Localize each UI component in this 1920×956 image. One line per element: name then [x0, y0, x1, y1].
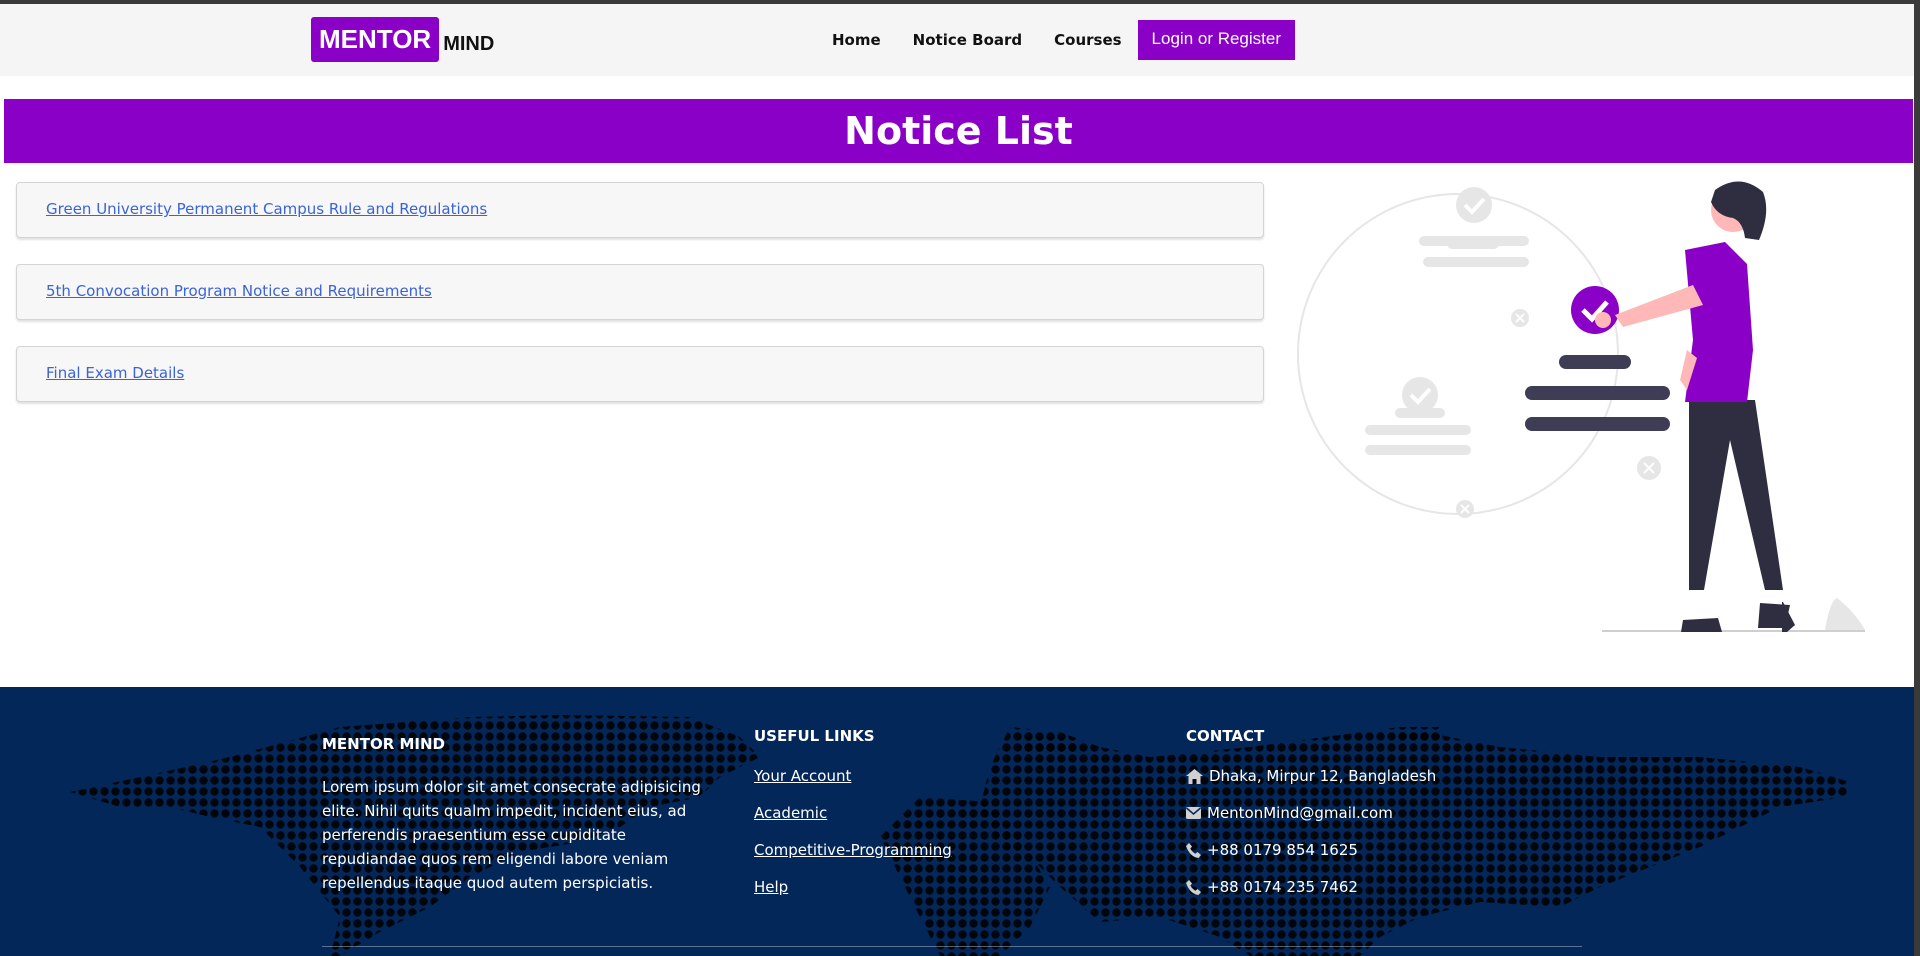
contact-phone: +88 0174 235 7462	[1186, 878, 1436, 896]
logo-main-text: MENTOR	[311, 17, 440, 62]
notice-link[interactable]: 5th Convocation Program Notice and Requi…	[46, 282, 432, 300]
envelope-icon	[1186, 807, 1201, 819]
page-title: Notice List	[844, 109, 1073, 153]
footer-divider	[322, 946, 1582, 947]
footer-about-text: Lorem ipsum dolor sit amet consecrate ad…	[322, 778, 701, 892]
navbar: MENTOR MIND Home Notice Board Courses Lo…	[0, 4, 1914, 76]
logo-sub-text: MIND	[443, 33, 495, 55]
notice-link[interactable]: Green University Permanent Campus Rule a…	[46, 200, 487, 218]
notice-link[interactable]: Final Exam Details	[46, 364, 184, 382]
footer-link-your-account[interactable]: Your Account	[754, 767, 952, 785]
footer-about-heading: MENTOR MIND	[322, 735, 445, 753]
footer-links-heading: USEFUL LINKS	[754, 727, 875, 745]
nav-notice-board-link[interactable]: Notice Board	[913, 31, 1022, 49]
notice-item: Green University Permanent Campus Rule a…	[16, 182, 1264, 238]
window-scrollbar[interactable]	[1914, 0, 1920, 956]
contact-phone-text: +88 0179 854 1625	[1207, 841, 1358, 859]
phone-icon	[1186, 879, 1201, 895]
checklist-illustration	[1297, 181, 1865, 632]
contact-phone-text: +88 0174 235 7462	[1207, 878, 1358, 896]
contact-email-text: MentonMind@gmail.com	[1207, 804, 1393, 822]
world-map-background	[70, 715, 1850, 956]
brand-logo[interactable]: MENTOR MIND	[311, 17, 494, 62]
footer-about: MENTOR MIND Lorem ipsum dolor sit amet c…	[322, 735, 722, 895]
phone-icon	[1186, 842, 1201, 858]
contact-email: MentonMind@gmail.com	[1186, 804, 1436, 822]
footer-link-help[interactable]: Help	[754, 878, 952, 896]
footer-contact: CONTACT Dhaka, Mirpur 12, Bangladesh Men…	[1186, 727, 1436, 915]
contact-phone: +88 0179 854 1625	[1186, 841, 1436, 859]
home-icon	[1186, 768, 1203, 784]
notice-item: 5th Convocation Program Notice and Requi…	[16, 264, 1264, 320]
footer-link-academic[interactable]: Academic	[754, 804, 952, 822]
main-nav: Home Notice Board Courses Login or Regis…	[832, 20, 1296, 60]
contact-address-text: Dhaka, Mirpur 12, Bangladesh	[1209, 767, 1437, 785]
login-register-button[interactable]: Login or Register	[1137, 20, 1296, 60]
contact-address: Dhaka, Mirpur 12, Bangladesh	[1186, 767, 1436, 785]
footer-useful-links: USEFUL LINKS Your Account Academic Compe…	[754, 727, 952, 915]
page-title-banner: Notice List	[4, 99, 1913, 163]
footer-contact-heading: CONTACT	[1186, 727, 1265, 745]
notice-item: Final Exam Details	[16, 346, 1264, 402]
footer-link-competitive-programming[interactable]: Competitive-Programming	[754, 841, 952, 859]
nav-home-link[interactable]: Home	[832, 31, 881, 49]
nav-courses-link[interactable]: Courses	[1054, 31, 1121, 49]
site-footer: MENTOR MIND Lorem ipsum dolor sit amet c…	[0, 687, 1914, 956]
